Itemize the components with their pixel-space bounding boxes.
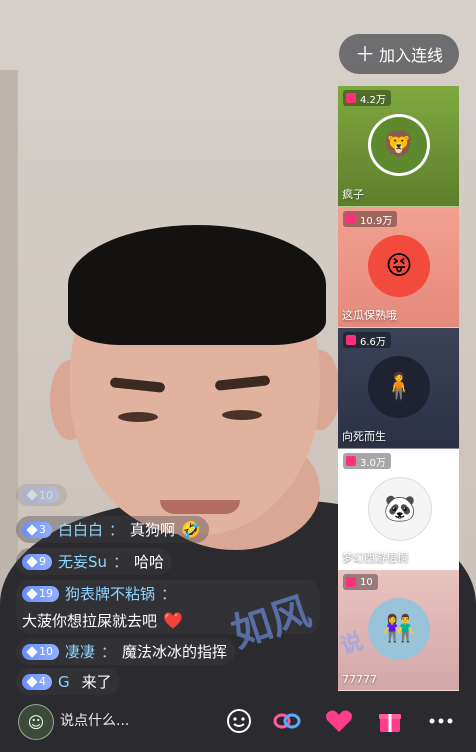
level-badge: 10: [22, 643, 59, 660]
gift-icon: [346, 335, 356, 345]
add-link-label: 加入连线: [378, 46, 443, 65]
couple-icon: 👫: [368, 598, 430, 660]
avatar[interactable]: ☺: [18, 704, 54, 740]
chat-text: 大菠你想拉屎就去吧: [22, 612, 158, 630]
chat-text: 真狗啊: [130, 521, 176, 539]
level-badge: 9: [22, 553, 52, 570]
gift-button[interactable]: [373, 704, 407, 738]
guest-card[interactable]: 4.2万 🦁 疯子: [338, 86, 459, 207]
chat-text: 哈哈: [134, 553, 165, 571]
add-link-button[interactable]: ＋ 加入连线: [339, 34, 459, 74]
guest-name: 这瓜保熟哦: [342, 309, 397, 322]
link-button[interactable]: [270, 704, 304, 738]
heart-emoji-icon: ❤️: [163, 611, 183, 630]
guest-name: 梦幻西游梧桐: [342, 551, 408, 564]
diamond-icon: [26, 587, 38, 600]
person-icon: 🧍: [368, 356, 430, 418]
diamond-icon: [26, 675, 38, 688]
streamer-eye-right: [222, 410, 262, 420]
chat-message[interactable]: 10 凄凄： 魔法冰冰的指挥: [16, 638, 236, 665]
gift-icon: [346, 214, 356, 224]
level-badge: 4: [22, 673, 52, 690]
gift-icon: [346, 577, 356, 587]
gift-count-badge: 10: [343, 574, 378, 590]
link-icon: [273, 713, 301, 729]
chat-text: 魔法冰冰的指挥: [122, 643, 228, 661]
streamer-mouth: [160, 500, 240, 514]
chat-message[interactable]: 10: [16, 484, 67, 506]
chat-text: 来了: [81, 673, 112, 691]
streamer-hair: [68, 225, 326, 345]
diamond-icon: [26, 555, 38, 568]
like-button[interactable]: [322, 704, 356, 738]
diamond-icon: [26, 645, 38, 658]
chat-username[interactable]: 凄凄: [65, 641, 95, 662]
comment-input[interactable]: 说点什么...: [60, 708, 210, 734]
chat-username[interactable]: 狗表牌不粘锅: [65, 583, 155, 604]
chat-message[interactable]: 9 无妄Su： 哈哈: [16, 548, 173, 575]
guest-name: 77777: [342, 673, 377, 686]
gift-icon: [346, 93, 356, 103]
smiley-icon: [227, 709, 251, 733]
streamer-eye-left: [118, 412, 158, 422]
guest-card[interactable]: 6.6万 🧍 向死而生: [338, 328, 459, 449]
level-badge: 10: [22, 487, 59, 503]
diamond-icon: [26, 523, 38, 536]
gift-icon: [346, 456, 356, 466]
cartoon-icon: 😝: [368, 235, 430, 297]
guest-name: 疯子: [342, 188, 364, 201]
level-badge: 19: [22, 585, 59, 602]
sketch-icon: 🐼: [368, 477, 432, 541]
level-badge: 3: [22, 521, 52, 538]
gift-box-icon: [379, 714, 401, 732]
guest-list: 4.2万 🦁 疯子 10.9万 😝 这瓜保熟哦 6.6万 🧍 向死而生 3.0万…: [338, 86, 459, 691]
chat-username[interactable]: G: [58, 673, 70, 691]
laughing-emoji-icon: 🤣: [181, 520, 201, 539]
heart-icon: [326, 710, 352, 732]
chat-message[interactable]: 4 G 来了: [16, 668, 120, 695]
gift-count-badge: 4.2万: [343, 90, 391, 106]
gift-count-badge: 3.0万: [343, 453, 391, 469]
chat-username[interactable]: 无妄Su: [58, 551, 107, 572]
gift-count-badge: 6.6万: [343, 332, 391, 348]
more-button[interactable]: [424, 704, 458, 738]
chat-username[interactable]: 白白白: [58, 519, 103, 540]
guest-card[interactable]: 10.9万 😝 这瓜保熟哦: [338, 207, 459, 328]
lion-icon: 🦁: [368, 114, 430, 176]
diamond-icon: [26, 489, 38, 501]
guest-card[interactable]: 3.0万 🐼 梦幻西游梧桐: [338, 449, 459, 570]
chat-message[interactable]: 3 白白白： 真狗啊 🤣: [16, 516, 209, 543]
emoji-button[interactable]: [222, 704, 256, 738]
plus-icon: ＋: [354, 42, 375, 66]
gift-count-badge: 10.9万: [343, 211, 398, 227]
more-icon: [429, 718, 453, 724]
guest-name: 向死而生: [342, 430, 386, 443]
